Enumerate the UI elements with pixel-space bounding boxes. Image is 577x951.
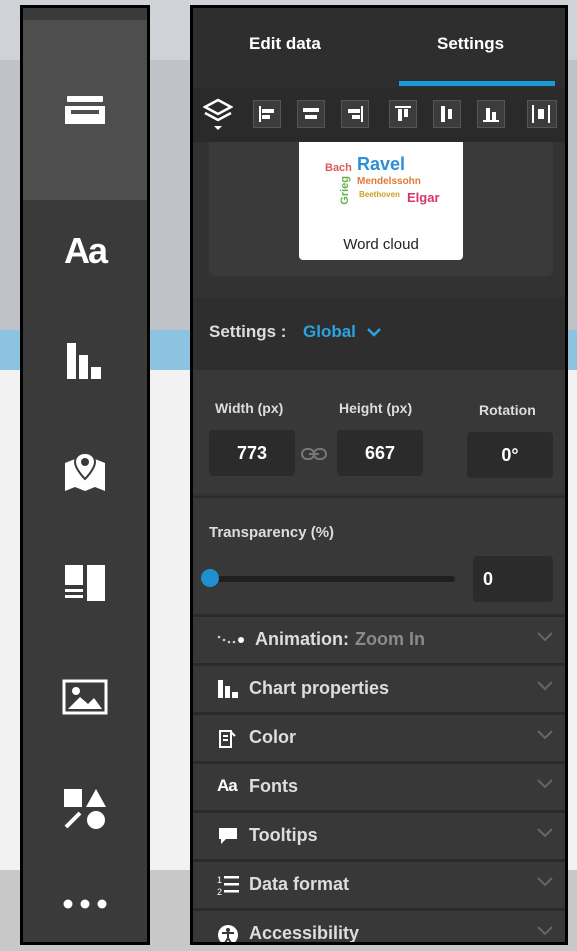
dimensions-section: Width (px) Height (px) Rotation 773 667 … (193, 370, 565, 494)
accordion-accessibility[interactable]: Accessibility (193, 908, 565, 943)
align-bottom-button[interactable] (477, 100, 505, 128)
transparency-slider-handle[interactable] (201, 569, 219, 587)
word-beethoven: Beethoven (359, 190, 400, 199)
align-right-button[interactable] (341, 100, 369, 128)
align-center-button[interactable] (297, 100, 325, 128)
word-mendelssohn: Mendelssohn (357, 176, 421, 187)
word-ravel: Ravel (357, 154, 406, 174)
accessibility-icon (218, 925, 238, 942)
tooltips-label: Tooltips (249, 825, 318, 845)
settings-scope-row: Settings : Global (193, 298, 565, 370)
fonts-aa-icon: Aa (217, 776, 238, 795)
chevron-down-icon (537, 779, 553, 789)
chart-properties-label: Chart properties (249, 678, 390, 698)
settings-scope-dropdown[interactable]: Global (303, 322, 356, 342)
accordion-chart-properties[interactable]: Chart properties (193, 663, 565, 712)
more-dots-icon (63, 899, 107, 909)
height-label: Height (px) (339, 400, 413, 416)
accordion-animation[interactable]: Animation: Zoom In (193, 614, 565, 663)
data-format-label: Data format (249, 874, 350, 894)
chevron-down-icon (537, 730, 553, 740)
align-toolbar (193, 88, 565, 142)
animation-label: Animation: Zoom In (255, 629, 425, 650)
svg-text:1: 1 (217, 875, 222, 885)
color-label: Color (249, 727, 296, 747)
rail-item-inbox[interactable] (23, 20, 147, 200)
shapes-icon (64, 789, 106, 829)
align-center-icon (303, 108, 319, 119)
align-right-icon (348, 106, 363, 122)
chevron-down-icon (537, 828, 553, 838)
width-label: Width (px) (215, 400, 284, 416)
animation-value: Zoom In (355, 629, 425, 649)
chevron-down-icon[interactable] (367, 328, 381, 338)
word-elgar: Elgar (407, 190, 440, 205)
link-icon[interactable] (301, 447, 327, 461)
active-tab-indicator (399, 81, 555, 86)
word-bach: Bach (325, 162, 352, 174)
word-cloud-thumbnail[interactable]: Bach Ravel Mendelssohn Grieg Beethoven E… (299, 142, 463, 260)
accordion-tooltips[interactable]: Tooltips (193, 810, 565, 859)
align-left-icon (259, 106, 274, 122)
align-middle-button[interactable] (433, 100, 461, 128)
inbox-tray-icon (65, 96, 105, 124)
accordion-fonts[interactable]: Aa Fonts (193, 761, 565, 810)
settings-panel: Edit data Settings Bach Ravel Mendelssoh… (190, 5, 568, 945)
rail-item-more[interactable] (23, 874, 147, 934)
align-left-button[interactable] (253, 100, 281, 128)
chevron-down-icon (537, 632, 553, 642)
layers-button[interactable] (202, 98, 234, 137)
animation-title: Animation: (255, 629, 349, 649)
accordion-data-format[interactable]: 12 Data format (193, 859, 565, 908)
accessibility-label: Accessibility (249, 923, 360, 943)
chevron-down-icon (537, 877, 553, 887)
transparency-label: Transparency (%) (209, 524, 335, 541)
layers-icon (202, 98, 234, 130)
chevron-down-icon (537, 926, 553, 936)
bar-chart-icon (218, 680, 238, 698)
bar-chart-icon (67, 343, 101, 379)
align-top-icon (395, 106, 411, 121)
svg-text:2: 2 (217, 887, 222, 897)
word-grieg: Grieg (339, 176, 351, 205)
align-top-button[interactable] (389, 100, 417, 128)
align-bottom-icon (483, 108, 499, 122)
transparency-slider-track[interactable] (209, 576, 455, 582)
tab-edit-data[interactable]: Edit data (249, 34, 321, 54)
align-middle-icon (441, 106, 452, 122)
numbered-list-icon: 12 (217, 875, 239, 897)
left-icon-rail: Aa (20, 5, 150, 945)
fonts-label: Fonts (249, 776, 298, 796)
tab-settings[interactable]: Settings (437, 34, 504, 54)
tab-bar: Edit data Settings (193, 8, 565, 88)
rail-item-map[interactable] (23, 426, 147, 516)
rail-item-shapes[interactable] (23, 764, 147, 854)
rail-item-text[interactable]: Aa (23, 206, 147, 296)
text-aa-icon: Aa (63, 230, 108, 271)
preview-label: Word cloud (343, 236, 419, 253)
height-input[interactable]: 667 (337, 430, 423, 476)
distribute-button[interactable] (527, 100, 557, 128)
image-icon (62, 679, 108, 715)
transparency-input[interactable]: 0 (473, 556, 553, 602)
map-pin-icon (65, 451, 105, 491)
chevron-down-icon (537, 681, 553, 691)
distribute-icon (532, 105, 550, 123)
speech-bubble-icon (219, 828, 237, 844)
rail-item-chart[interactable] (23, 316, 147, 406)
settings-label: Settings : (209, 322, 287, 341)
accordion-color[interactable]: Color (193, 712, 565, 761)
chart-preview-area: Bach Ravel Mendelssohn Grieg Beethoven E… (209, 142, 553, 276)
rotation-label: Rotation (479, 402, 536, 418)
width-input[interactable]: 773 (209, 430, 295, 476)
layout-blocks-icon (65, 565, 105, 601)
paint-bucket-icon (219, 730, 236, 748)
rail-item-image[interactable] (23, 652, 147, 742)
transparency-section: Transparency (%) 0 (193, 496, 565, 616)
rotation-input[interactable]: 0° (467, 432, 553, 478)
animation-icon (217, 635, 244, 644)
rail-item-layout[interactable] (23, 538, 147, 628)
